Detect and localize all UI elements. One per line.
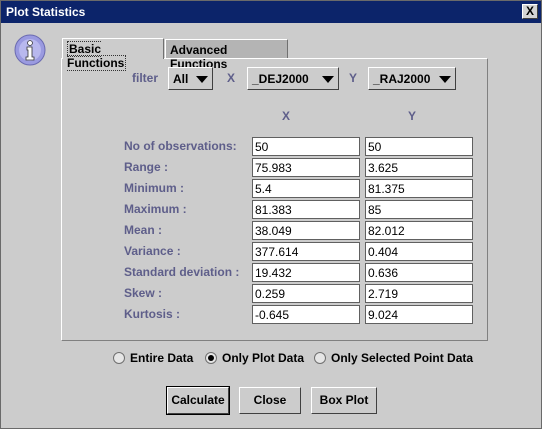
stat-label-observations: No of observations: (124, 139, 237, 153)
chevron-down-icon (196, 76, 208, 83)
radio-entire-data[interactable]: Entire Data (113, 351, 193, 365)
radio-only-plot-data-label: Only Plot Data (222, 351, 305, 365)
stat-x-maximum[interactable]: 81.383 (252, 200, 360, 219)
filter-label: filter (132, 71, 159, 85)
stat-x-observations[interactable]: 50 (252, 137, 360, 156)
radio-only-selected-point-data-label: Only Selected Point Data (331, 351, 474, 365)
column-header-y: Y (408, 109, 417, 123)
box-plot-button[interactable]: Box Plot (311, 387, 377, 414)
filter-dropdown-value: All (173, 72, 189, 86)
stat-x-kurtosis[interactable]: -0.645 (252, 305, 360, 324)
x-column-dropdown[interactable]: _DEJ2000 (247, 67, 339, 90)
stat-y-range[interactable]: 3.625 (365, 158, 473, 177)
x-column-dropdown-value: _DEJ2000 (252, 72, 309, 86)
radio-icon[interactable] (113, 352, 125, 364)
radio-entire-data-label: Entire Data (130, 351, 194, 365)
stat-label-minimum: Minimum : (124, 181, 184, 195)
stat-label-maximum: Maximum : (124, 202, 187, 216)
plot-statistics-window: Plot Statistics X Basic Functions Advanc… (0, 0, 542, 429)
y-label: Y (349, 71, 358, 85)
chevron-down-icon (439, 76, 451, 83)
y-column-dropdown-value: _RAJ2000 (373, 72, 431, 86)
stat-y-maximum[interactable]: 85 (365, 200, 473, 219)
stat-y-kurtosis[interactable]: 9.024 (365, 305, 473, 324)
stat-x-variance[interactable]: 377.614 (252, 242, 360, 261)
radio-selected-icon[interactable] (205, 352, 217, 364)
stat-x-mean[interactable]: 38.049 (252, 221, 360, 240)
title-bar[interactable]: Plot Statistics X (1, 1, 541, 23)
close-button[interactable]: Close (239, 387, 301, 414)
stat-label-skew: Skew : (124, 286, 163, 300)
window-title: Plot Statistics (6, 5, 86, 19)
stat-y-mean[interactable]: 82.012 (365, 221, 473, 240)
stat-x-skew[interactable]: 0.259 (252, 284, 360, 303)
stat-label-variance: Variance : (124, 244, 181, 258)
y-column-dropdown[interactable]: _RAJ2000 (368, 67, 456, 90)
close-icon[interactable]: X (522, 4, 538, 19)
tab-basic-functions-label: Basic Functions (67, 41, 127, 71)
column-header-x: X (282, 109, 291, 123)
stat-y-minimum[interactable]: 81.375 (365, 179, 473, 198)
stat-y-observations[interactable]: 50 (365, 137, 473, 156)
stat-label-mean: Mean : (124, 223, 163, 237)
radio-only-selected-point-data[interactable]: Only Selected Point Data (314, 351, 473, 365)
stat-x-standard-deviation[interactable]: 19.432 (252, 263, 360, 282)
info-icon (14, 34, 46, 66)
chevron-down-icon (322, 76, 334, 83)
stat-y-standard-deviation[interactable]: 0.636 (365, 263, 473, 282)
filter-dropdown[interactable]: All (168, 67, 213, 90)
tab-basic-functions[interactable]: Basic Functions (62, 38, 164, 71)
stat-x-minimum[interactable]: 5.4 (252, 179, 360, 198)
stat-y-variance[interactable]: 0.404 (365, 242, 473, 261)
x-label: X (227, 71, 236, 85)
stat-x-range[interactable]: 75.983 (252, 158, 360, 177)
calculate-button[interactable]: Calculate (166, 386, 230, 415)
stat-label-kurtosis: Kurtosis : (124, 307, 181, 321)
radio-only-plot-data[interactable]: Only Plot Data (205, 351, 304, 365)
stat-label-standard-deviation: Standard deviation : (124, 265, 240, 279)
stat-y-skew[interactable]: 2.719 (365, 284, 473, 303)
radio-icon[interactable] (314, 352, 326, 364)
stat-label-range: Range : (124, 160, 169, 174)
tab-advanced-functions[interactable]: Advanced Functions (165, 39, 288, 71)
